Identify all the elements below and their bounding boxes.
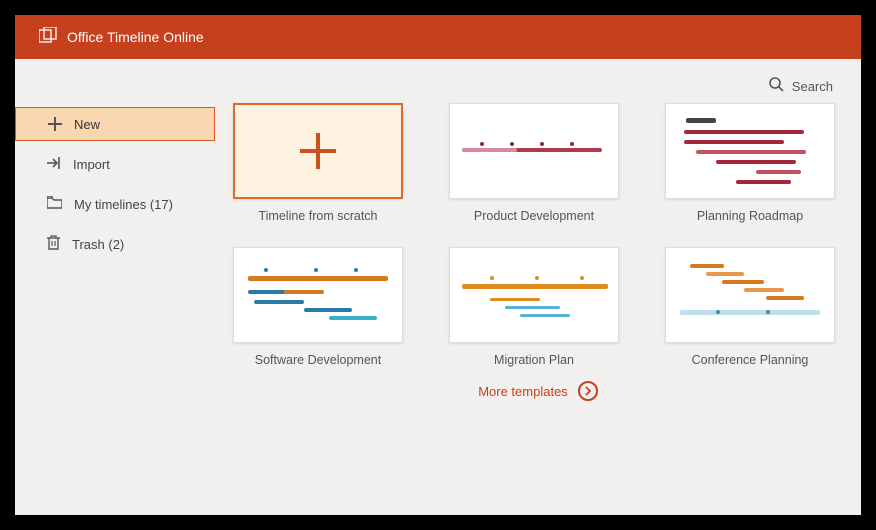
template-thumb — [665, 247, 835, 343]
template-tile-scratch[interactable]: Timeline from scratch — [233, 103, 403, 223]
trash-icon — [47, 235, 72, 253]
content-area: New Import — [15, 103, 861, 515]
sidebar-item-import[interactable]: Import — [15, 147, 215, 181]
search-icon — [769, 77, 792, 95]
template-label: Timeline from scratch — [258, 209, 377, 223]
template-thumb — [233, 247, 403, 343]
template-tile-conference-planning[interactable]: Conference Planning — [665, 247, 835, 367]
template-tile-software-development[interactable]: Software Development — [233, 247, 403, 367]
template-thumb — [449, 103, 619, 199]
app-window: Office Timeline Online Search New — [15, 15, 861, 515]
sidebar-item-mytimelines[interactable]: My timelines (17) — [15, 187, 215, 221]
folder-icon — [47, 196, 74, 212]
sidebar-item-label: My timelines (17) — [74, 197, 173, 212]
template-grid: Timeline from scratch Product Developmen… — [233, 103, 843, 367]
app-header: Office Timeline Online — [15, 15, 861, 59]
template-thumb — [449, 247, 619, 343]
search-label: Search — [792, 79, 833, 94]
template-tile-product-development[interactable]: Product Development — [449, 103, 619, 223]
sidebar-item-new[interactable]: New — [15, 107, 215, 141]
app-logo-icon — [39, 27, 67, 48]
template-thumb — [665, 103, 835, 199]
more-templates-button[interactable]: More templates — [233, 367, 843, 411]
import-icon — [47, 156, 73, 173]
template-tile-planning-roadmap[interactable]: Planning Roadmap — [665, 103, 835, 223]
app-title: Office Timeline Online — [67, 29, 204, 45]
template-label: Migration Plan — [494, 353, 574, 367]
sidebar-item-label: Trash (2) — [72, 237, 124, 252]
template-label: Product Development — [474, 209, 594, 223]
sidebar-item-trash[interactable]: Trash (2) — [15, 227, 215, 261]
search-button[interactable]: Search — [15, 59, 861, 103]
template-label: Planning Roadmap — [697, 209, 803, 223]
template-grid-wrap: Timeline from scratch Product Developmen… — [215, 103, 861, 515]
template-tile-migration-plan[interactable]: Migration Plan — [449, 247, 619, 367]
more-templates-label: More templates — [478, 384, 568, 399]
chevron-right-icon — [578, 381, 598, 401]
template-label: Conference Planning — [692, 353, 809, 367]
template-thumb — [233, 103, 403, 199]
sidebar-item-label: Import — [73, 157, 110, 172]
sidebar: New Import — [15, 103, 215, 515]
plus-icon — [48, 117, 62, 131]
plus-icon — [300, 133, 336, 169]
app-body: Search New Import — [15, 59, 861, 515]
sidebar-item-label: New — [74, 117, 100, 132]
template-label: Software Development — [255, 353, 381, 367]
